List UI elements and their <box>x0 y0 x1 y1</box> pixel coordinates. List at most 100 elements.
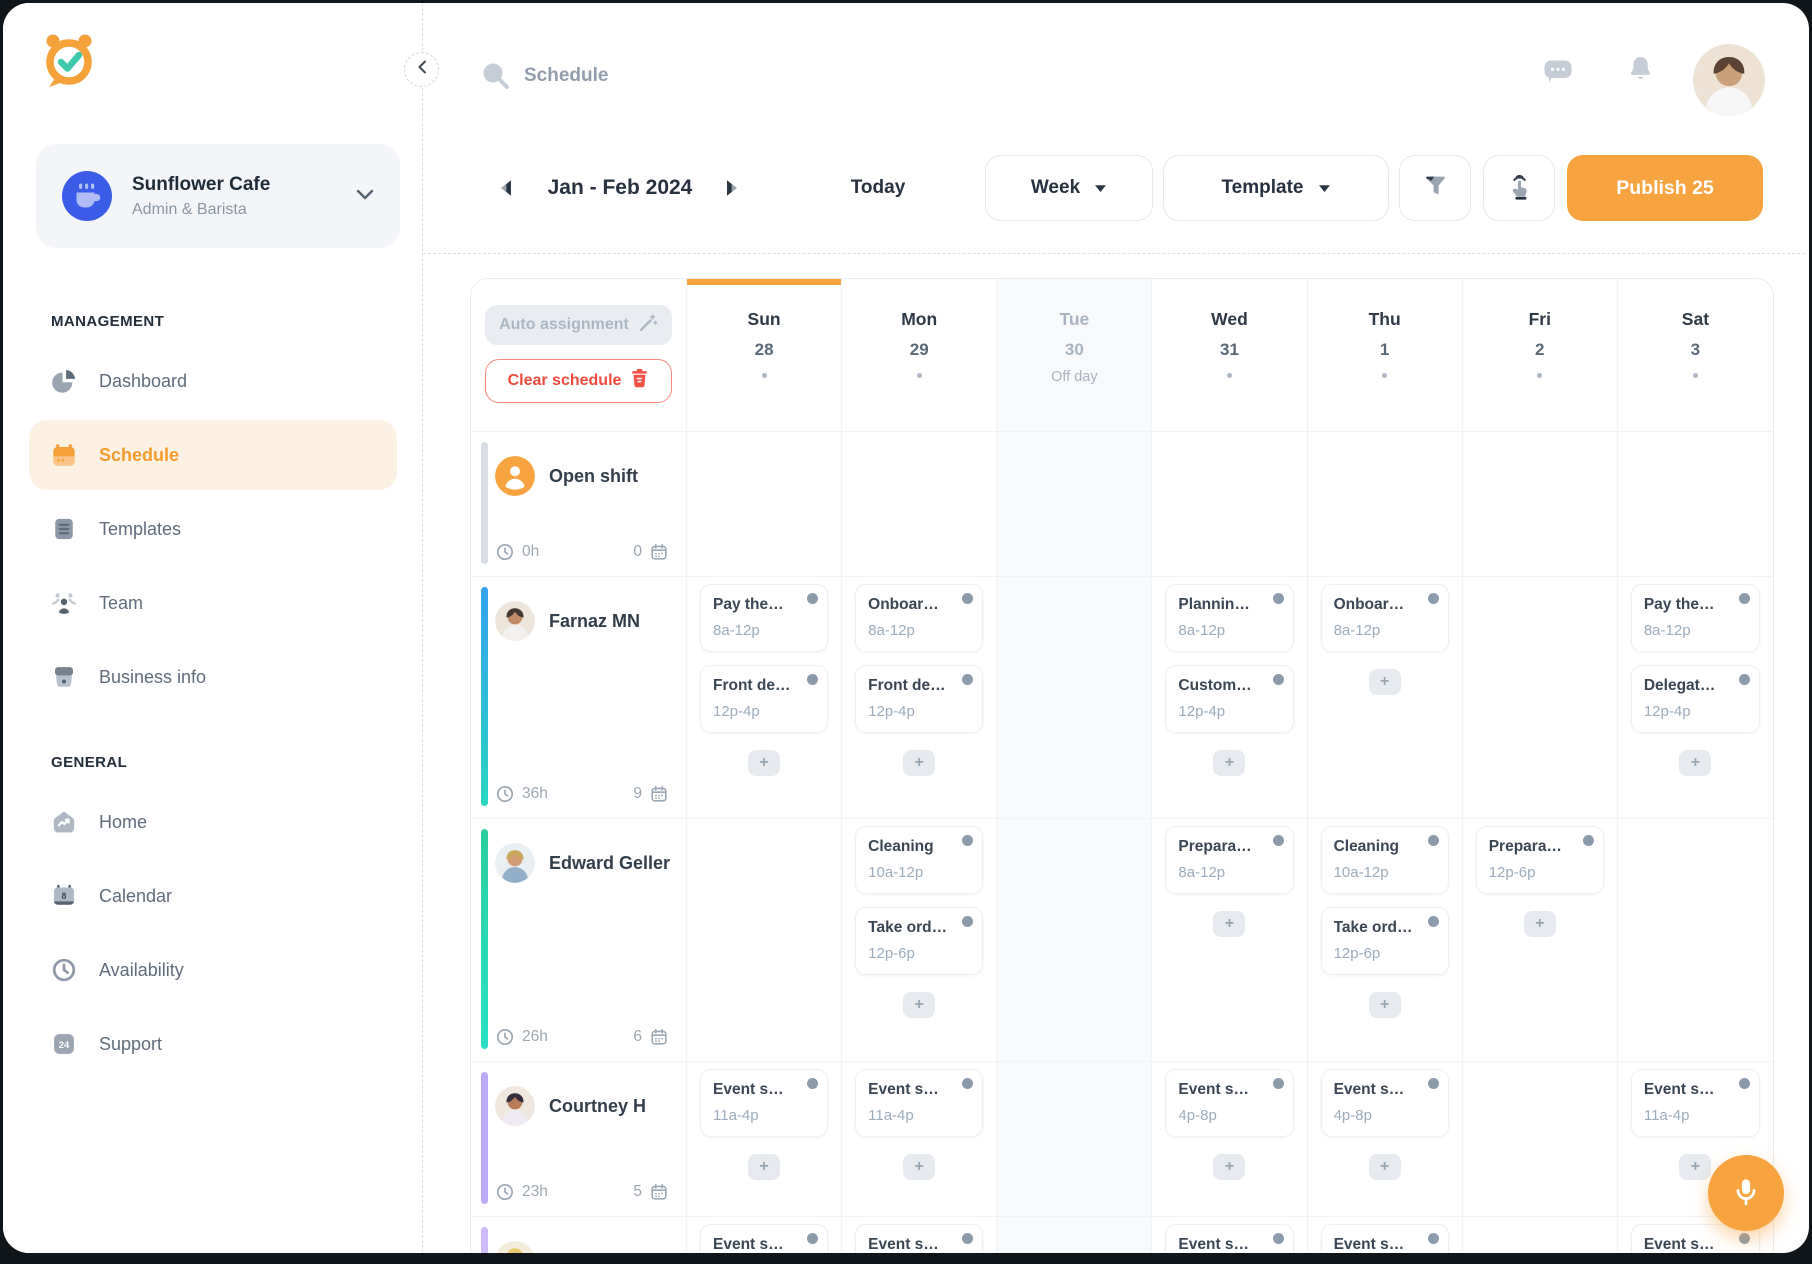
add-shift-button[interactable]: + <box>748 1154 780 1180</box>
shift-card[interactable]: Front de…12p-4p <box>855 665 983 733</box>
day-header-wed[interactable]: Wed31 <box>1152 279 1307 432</box>
day-header-mon[interactable]: Mon29 <box>842 279 997 432</box>
add-shift-button[interactable]: + <box>1369 1154 1401 1180</box>
shift-card[interactable]: Onboar…8a-12p <box>855 584 983 652</box>
user-avatar[interactable] <box>1693 44 1765 116</box>
add-shift-button[interactable]: + <box>1679 1154 1711 1180</box>
add-shift-button[interactable]: + <box>903 750 935 776</box>
schedule-cell[interactable]: Prepara…8a-12p + <box>1152 819 1307 1062</box>
schedule-cell[interactable] <box>842 432 997 577</box>
auto-assignment-button[interactable]: Auto assignment <box>485 305 672 345</box>
sidebar-collapse-button[interactable] <box>404 52 439 87</box>
schedule-cell[interactable] <box>1463 577 1618 819</box>
shift-card[interactable]: Onboar…8a-12p <box>1321 584 1449 652</box>
shift-card[interactable]: Event s…4p-8p <box>1165 1069 1293 1137</box>
add-shift-button[interactable]: + <box>1524 911 1556 937</box>
shift-card[interactable]: Event s…11a-4p <box>855 1069 983 1137</box>
template-select[interactable]: Template <box>1163 155 1389 221</box>
sidebar-item-home[interactable]: Home <box>29 787 397 857</box>
search-icon[interactable] <box>480 60 511 91</box>
add-shift-button[interactable]: + <box>903 1154 935 1180</box>
publish-button[interactable]: Publish 25 <box>1567 155 1763 221</box>
shift-card[interactable]: Event s… <box>1321 1224 1449 1253</box>
shift-card[interactable]: Event s… <box>855 1224 983 1253</box>
view-select[interactable]: Week <box>985 155 1153 221</box>
schedule-cell[interactable]: Plannin…8a-12p Custom…12p-4p + <box>1152 577 1307 819</box>
prev-week-button[interactable] <box>495 155 519 221</box>
filter-button[interactable] <box>1399 155 1471 221</box>
schedule-cell[interactable]: Event s…4p-8p + <box>1152 1062 1307 1217</box>
workspace-switcher[interactable]: Sunflower Cafe Admin & Barista <box>36 144 400 248</box>
add-shift-button[interactable]: + <box>1213 911 1245 937</box>
sidebar-item-team[interactable]: Team <box>29 568 397 638</box>
row-header-edward-geller[interactable]: Edward Geller26h6 <box>471 819 687 1062</box>
schedule-cell[interactable]: Event s…4p-8p + <box>1308 1062 1463 1217</box>
schedule-cell[interactable] <box>1152 432 1307 577</box>
shift-card[interactable]: Prepara…12p-6p <box>1476 826 1604 894</box>
sidebar-item-dashboard[interactable]: Dashboard <box>29 346 397 416</box>
schedule-cell[interactable]: Event s… <box>687 1217 842 1253</box>
shift-card[interactable]: Front de…12p-4p <box>700 665 828 733</box>
shift-card[interactable]: Pay the…8a-12p <box>700 584 828 652</box>
add-shift-button[interactable]: + <box>1213 750 1245 776</box>
shift-card[interactable]: Take ord…12p-6p <box>1321 907 1449 975</box>
voice-assistant-button[interactable] <box>1708 1155 1784 1231</box>
row-header-jenny-wilson[interactable]: Jenny Wilson <box>471 1217 687 1253</box>
messages-icon[interactable] <box>1543 59 1573 85</box>
sidebar-item-availability[interactable]: Availability <box>29 935 397 1005</box>
sidebar-item-support[interactable]: 24Support <box>29 1009 397 1079</box>
schedule-cell[interactable] <box>997 1217 1152 1253</box>
add-shift-button[interactable]: + <box>903 992 935 1018</box>
shift-card[interactable]: Event s…11a-4p <box>700 1069 828 1137</box>
schedule-cell[interactable]: Onboar…8a-12p Front de…12p-4p + <box>842 577 997 819</box>
schedule-cell[interactable] <box>687 819 842 1062</box>
shift-card[interactable]: Event s… <box>700 1224 828 1253</box>
schedule-cell[interactable]: Event s…11a-4p + <box>687 1062 842 1217</box>
add-shift-button[interactable]: + <box>1679 750 1711 776</box>
schedule-cell[interactable] <box>687 432 842 577</box>
add-shift-button[interactable]: + <box>748 750 780 776</box>
shift-card[interactable]: Event s…4p-8p <box>1321 1069 1449 1137</box>
row-header-open-shift[interactable]: Open shift0h0 <box>471 432 687 577</box>
schedule-cell[interactable]: Event s…11a-4p + <box>842 1062 997 1217</box>
schedule-cell[interactable] <box>1463 1062 1618 1217</box>
add-shift-button[interactable]: + <box>1369 669 1401 695</box>
shift-card[interactable]: Event s…11a-4p <box>1631 1069 1760 1137</box>
shift-card[interactable]: Pay the…8a-12p <box>1631 584 1760 652</box>
schedule-cell[interactable]: Prepara…12p-6p + <box>1463 819 1618 1062</box>
sidebar-item-business-info[interactable]: Business info <box>29 642 397 712</box>
add-shift-button[interactable]: + <box>1213 1154 1245 1180</box>
schedule-cell[interactable]: Pay the…8a-12p Front de…12p-4p + <box>687 577 842 819</box>
row-header-farnaz-mn[interactable]: Farnaz MN36h9 <box>471 577 687 819</box>
add-shift-button[interactable]: + <box>1369 992 1401 1018</box>
clear-schedule-button[interactable]: Clear schedule <box>485 359 672 403</box>
shift-card[interactable]: Delegat…12p-4p <box>1631 665 1760 733</box>
sidebar-item-schedule[interactable]: Schedule <box>29 420 397 490</box>
schedule-cell[interactable]: Event s… <box>1152 1217 1307 1253</box>
schedule-cell[interactable] <box>1618 819 1773 1062</box>
sidebar-item-calendar[interactable]: 8Calendar <box>29 861 397 931</box>
schedule-cell[interactable]: Event s… <box>1308 1217 1463 1253</box>
day-header-thu[interactable]: Thu1 <box>1308 279 1463 432</box>
schedule-cell[interactable]: Pay the…8a-12p Delegat…12p-4p + <box>1618 577 1773 819</box>
schedule-cell[interactable] <box>1308 432 1463 577</box>
schedule-cell[interactable] <box>1463 1217 1618 1253</box>
today-button[interactable]: Today <box>841 155 915 221</box>
shift-card[interactable]: Custom…12p-4p <box>1165 665 1293 733</box>
next-week-button[interactable] <box>719 155 743 221</box>
shift-card[interactable]: Plannin…8a-12p <box>1165 584 1293 652</box>
notifications-icon[interactable] <box>1627 55 1654 85</box>
shift-card[interactable]: Prepara…8a-12p <box>1165 826 1293 894</box>
schedule-cell[interactable] <box>997 819 1152 1062</box>
shift-card[interactable]: Take ord…12p-6p <box>855 907 983 975</box>
row-header-courtney-h[interactable]: Courtney H23h5 <box>471 1062 687 1217</box>
schedule-cell[interactable]: Cleaning10a-12pTake ord…12p-6p+ <box>1308 819 1463 1062</box>
schedule-cell[interactable]: Event s… <box>842 1217 997 1253</box>
schedule-cell[interactable] <box>1618 432 1773 577</box>
shift-card[interactable]: Cleaning10a-12p <box>855 826 983 894</box>
day-header-sat[interactable]: Sat3 <box>1618 279 1773 432</box>
schedule-cell[interactable] <box>997 432 1152 577</box>
tap-publish-icon-button[interactable] <box>1483 155 1555 221</box>
schedule-cell[interactable] <box>997 577 1152 819</box>
schedule-cell[interactable] <box>1463 432 1618 577</box>
